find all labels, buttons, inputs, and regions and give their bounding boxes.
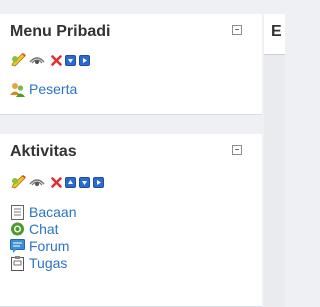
move-down-button[interactable] xyxy=(65,54,76,66)
collapse-block-button[interactable] xyxy=(232,25,242,35)
edit-icon[interactable] xyxy=(11,53,27,67)
move-right-button[interactable] xyxy=(79,54,90,66)
arrow-down-icon xyxy=(68,58,73,63)
delete-icon[interactable] xyxy=(51,54,62,66)
delete-icon[interactable] xyxy=(51,176,62,188)
activity-item-forum[interactable]: Forum xyxy=(10,238,69,254)
assignment-icon xyxy=(11,255,24,271)
arrow-right-icon xyxy=(83,57,87,63)
move-right-button[interactable] xyxy=(93,176,104,188)
menu-item-peserta[interactable]: Peserta xyxy=(10,81,77,97)
block-menu-pribadi: Menu Pribadi Peserta xyxy=(0,14,262,115)
main-content-panel: E xyxy=(264,14,285,307)
visibility-icon[interactable] xyxy=(29,54,45,66)
document-icon xyxy=(11,204,24,220)
activity-item-bacaan[interactable]: Bacaan xyxy=(10,204,76,220)
collapse-block-button[interactable] xyxy=(232,145,242,155)
activity-item-label: Bacaan xyxy=(29,204,77,220)
menu-item-label: Peserta xyxy=(29,81,78,97)
arrow-right-icon xyxy=(97,179,101,185)
activity-item-label: Chat xyxy=(29,221,59,237)
block-aktivitas: Aktivitas Bacaan Chat Forum Tugas xyxy=(0,134,262,307)
visibility-icon[interactable] xyxy=(29,176,45,188)
forum-icon xyxy=(10,238,25,253)
block-title: Aktivitas xyxy=(10,143,77,160)
panel-title-fragment: E xyxy=(271,23,282,40)
arrow-down-icon xyxy=(82,180,87,185)
panel-content-area xyxy=(264,55,285,307)
move-up-button[interactable] xyxy=(65,176,76,188)
activity-item-label: Tugas xyxy=(29,255,68,271)
move-down-button[interactable] xyxy=(79,176,90,188)
users-icon xyxy=(10,82,25,97)
activity-item-tugas[interactable]: Tugas xyxy=(10,255,67,271)
activity-item-chat[interactable]: Chat xyxy=(10,221,59,237)
block-title: Menu Pribadi xyxy=(10,23,111,40)
block-edit-tools xyxy=(11,175,104,189)
block-edit-tools xyxy=(11,53,90,67)
chat-icon xyxy=(11,222,24,235)
edit-icon[interactable] xyxy=(11,175,27,189)
arrow-up-icon xyxy=(68,179,73,184)
activity-item-label: Forum xyxy=(29,238,70,254)
